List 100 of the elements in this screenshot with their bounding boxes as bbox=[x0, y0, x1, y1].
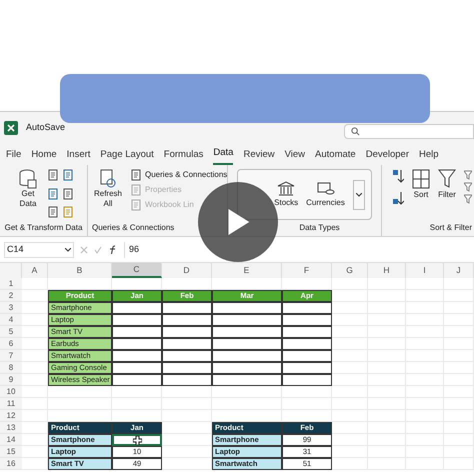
group-label: Get & Transform Data bbox=[4, 222, 82, 234]
name-box-value: C14 bbox=[7, 242, 24, 256]
grid-cell bbox=[332, 410, 368, 422]
menu-tab[interactable]: Review bbox=[243, 148, 275, 165]
existing-connections-icon[interactable] bbox=[62, 188, 74, 200]
sort-ascending-icon[interactable] bbox=[392, 169, 404, 183]
grid-cell bbox=[162, 386, 212, 398]
ribbon-command[interactable]: Queries & Connections bbox=[130, 169, 228, 181]
grid-cell bbox=[332, 314, 368, 326]
database-icon bbox=[19, 169, 37, 189]
table-cell bbox=[112, 374, 162, 386]
table-cell bbox=[162, 350, 212, 362]
row-header[interactable]: 7 bbox=[0, 350, 22, 362]
autosave-label: AutoSave bbox=[26, 120, 66, 134]
column-header[interactable]: D bbox=[162, 263, 212, 278]
column-header[interactable]: F bbox=[282, 263, 332, 278]
row-header[interactable]: 6 bbox=[0, 338, 22, 350]
table-cell bbox=[112, 362, 162, 374]
table-cell bbox=[162, 302, 212, 314]
table-cell bbox=[282, 326, 332, 338]
menu-tab[interactable]: Help bbox=[419, 148, 439, 165]
column-header[interactable]: C bbox=[112, 263, 162, 278]
grid-cell bbox=[332, 290, 368, 302]
row-header[interactable]: 12 bbox=[0, 410, 22, 422]
row-header[interactable]: 9 bbox=[0, 374, 22, 386]
row-header[interactable]: 4 bbox=[0, 314, 22, 326]
table-cell bbox=[212, 374, 282, 386]
group-label: Queries & Connections bbox=[92, 222, 174, 234]
table-cell bbox=[282, 302, 332, 314]
grid-cell bbox=[332, 278, 368, 290]
table-cell bbox=[162, 338, 212, 350]
row-header[interactable]: 11 bbox=[0, 398, 22, 410]
row-header[interactable]: 8 bbox=[0, 362, 22, 374]
bank-icon bbox=[277, 180, 296, 196]
sort-descending-icon[interactable] bbox=[392, 191, 404, 205]
caret-icon bbox=[356, 192, 362, 196]
currencies-button[interactable]: Currencies bbox=[306, 196, 345, 208]
menu-tab[interactable]: File bbox=[6, 148, 22, 165]
row-header[interactable]: 14 bbox=[0, 434, 22, 446]
name-box[interactable]: C14 bbox=[4, 242, 74, 258]
table-cell bbox=[212, 326, 282, 338]
sort-button[interactable]: Sort bbox=[414, 189, 428, 201]
row-header[interactable]: 13 bbox=[0, 422, 22, 434]
table-cell bbox=[212, 302, 282, 314]
grid-cell bbox=[282, 386, 332, 398]
gallery-expand-button[interactable] bbox=[352, 180, 365, 210]
table-cell bbox=[282, 374, 332, 386]
grid-cell bbox=[368, 278, 406, 290]
grid-cell bbox=[332, 458, 368, 470]
funnel-icon bbox=[438, 169, 456, 189]
get-data-button[interactable]: Get Data bbox=[13, 189, 43, 209]
column-header[interactable]: I bbox=[406, 263, 444, 278]
menu-tab[interactable]: Page Layout bbox=[100, 148, 154, 165]
menu-tab[interactable]: Developer bbox=[366, 148, 410, 165]
row-header[interactable]: 2 bbox=[0, 290, 22, 302]
menu-tab[interactable]: Formulas bbox=[164, 148, 204, 165]
table-cell bbox=[162, 314, 212, 326]
table-cell bbox=[212, 314, 282, 326]
search-field[interactable] bbox=[344, 124, 474, 139]
grid-cell bbox=[332, 338, 368, 350]
table-cell bbox=[112, 302, 162, 314]
column-header[interactable]: E bbox=[212, 263, 282, 278]
row-header[interactable]: 1 bbox=[0, 278, 22, 290]
app-logo-icon bbox=[4, 120, 18, 134]
grid-cell bbox=[332, 350, 368, 362]
refresh-all-button[interactable]: Refresh All bbox=[92, 189, 124, 209]
search-icon bbox=[351, 127, 360, 136]
group-label: Sort & Filter bbox=[430, 222, 472, 234]
row-header[interactable]: 15 bbox=[0, 446, 22, 458]
menu-tab[interactable]: Automate bbox=[315, 148, 356, 165]
grid-cell bbox=[22, 386, 48, 398]
menu-tab[interactable]: View bbox=[284, 148, 306, 165]
filter-button[interactable]: Filter bbox=[438, 189, 456, 201]
column-header[interactable]: A bbox=[22, 263, 48, 278]
row-header[interactable]: 10 bbox=[0, 386, 22, 398]
column-header[interactable]: H bbox=[368, 263, 406, 278]
function-icon[interactable] bbox=[108, 244, 118, 254]
from-web-icon[interactable] bbox=[47, 188, 59, 200]
group-label: Data Types bbox=[298, 222, 340, 234]
grid-cell bbox=[22, 398, 48, 410]
table-cell bbox=[282, 338, 332, 350]
row-header[interactable]: 5 bbox=[0, 326, 22, 338]
from-table-icon[interactable] bbox=[47, 206, 59, 218]
check-icon[interactable] bbox=[94, 246, 102, 254]
row-header[interactable]: 3 bbox=[0, 302, 22, 314]
from-text-icon[interactable] bbox=[47, 169, 59, 181]
table-cell bbox=[212, 338, 282, 350]
row-header[interactable]: 16 bbox=[0, 458, 22, 470]
column-header[interactable]: J bbox=[444, 263, 474, 278]
table-cell bbox=[162, 362, 212, 374]
stocks-button[interactable]: Stocks bbox=[274, 196, 298, 208]
menu-tab[interactable]: Home bbox=[31, 148, 57, 165]
table-cell bbox=[112, 350, 162, 362]
menu-tab[interactable]: Insert bbox=[66, 148, 90, 165]
recent-sources-icon[interactable] bbox=[62, 169, 74, 181]
table-cell bbox=[212, 362, 282, 374]
column-header[interactable]: G bbox=[332, 263, 368, 278]
document-icon[interactable] bbox=[130, 169, 142, 181]
grid-cell bbox=[332, 362, 368, 374]
grid-cell bbox=[444, 278, 474, 290]
